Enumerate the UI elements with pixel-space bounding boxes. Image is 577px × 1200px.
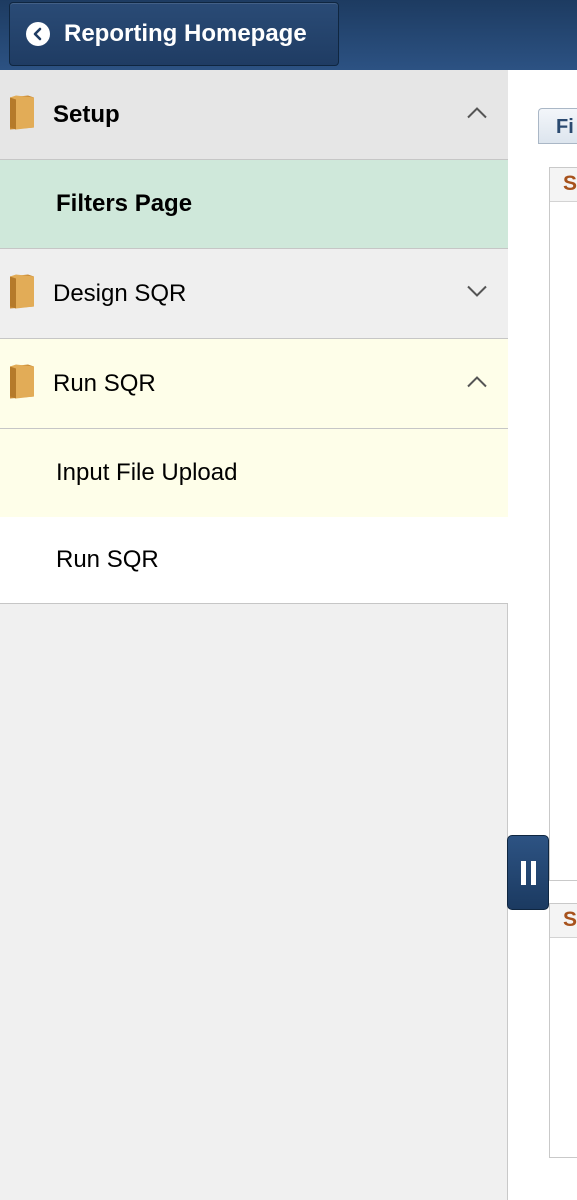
chevron-up-icon[interactable] [466,105,488,124]
sidebar-item-label: Setup [53,100,120,128]
sidebar-item-label: Run SQR [53,369,156,397]
section-heading-text: S [563,908,577,931]
section-heading-text: S [563,172,577,195]
chevron-left-icon [26,22,50,46]
chevron-up-icon[interactable] [466,374,488,393]
folder-icon [7,94,37,135]
navigation-sidebar: Setup Filters Page Design SQR Run SQR In… [0,70,508,1200]
sidebar-item-setup[interactable]: Setup [0,70,508,160]
tab-filters[interactable]: Fi [538,108,577,144]
reporting-homepage-button[interactable]: Reporting Homepage [9,2,339,66]
sidebar-item-filters-page[interactable]: Filters Page [0,160,508,249]
sidebar-item-run-sqr[interactable]: Run SQR [0,517,508,604]
tab-label: Fi [556,116,574,138]
sidebar-item-label: Input File Upload [56,459,238,486]
panel-splitter-handle[interactable] [507,835,549,910]
section-panel-bottom: S [549,903,577,1158]
sidebar-item-design-sqr[interactable]: Design SQR [0,249,508,339]
top-banner: Reporting Homepage [0,0,577,70]
folder-icon [7,363,37,404]
section-heading: S [550,168,577,202]
sidebar-item-input-file-upload[interactable]: Input File Upload [0,429,508,517]
sidebar-item-run-sqr-folder[interactable]: Run SQR [0,339,508,429]
sidebar-item-label: Filters Page [56,190,193,217]
section-panel-top: S [549,167,577,881]
reporting-homepage-label: Reporting Homepage [64,20,307,47]
sidebar-item-label: Run SQR [56,546,159,573]
main-content-panel: Fi S S [509,70,577,1200]
sidebar-item-label: Design SQR [53,279,187,307]
section-heading: S [550,904,577,938]
pause-bars-icon [520,860,536,885]
folder-icon [7,273,37,314]
chevron-down-icon[interactable] [466,284,488,303]
